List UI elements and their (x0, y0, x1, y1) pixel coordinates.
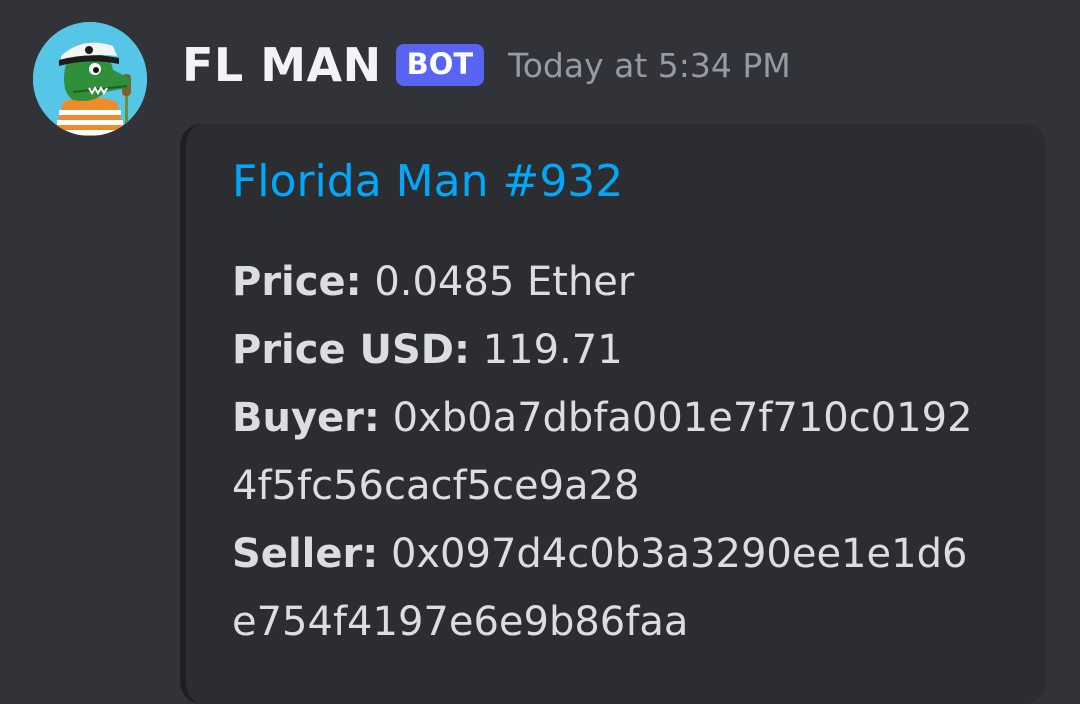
buyer-label: Buyer: (232, 395, 380, 441)
price-usd-field: Price USD: 119.71 (232, 316, 623, 384)
author-name[interactable]: FL MAN (182, 38, 382, 92)
buyer-address-line2: 4f5fc56cacf5ce9a28 (232, 463, 640, 509)
buyer-field: Buyer: 0xb0a7dbfa001e7f710c0192 (232, 384, 973, 452)
price-usd-value: 119.71 (482, 327, 623, 373)
price-usd-label: Price USD: (232, 327, 471, 373)
price-label: Price: (232, 259, 362, 305)
seller-field: Seller: 0x097d4c0b3a3290ee1e1d6 (232, 520, 967, 588)
price-value: 0.0485 Ether (374, 259, 635, 305)
embed-title-link[interactable]: Florida Man #932 (232, 156, 623, 207)
avatar[interactable] (33, 22, 147, 136)
alligator-captain-avatar-icon (33, 22, 147, 136)
seller-address-line2: e754f4197e6e9b86faa (232, 599, 689, 645)
chat-message: FL MAN BOT Today at 5:34 PM Florida Man … (0, 0, 1080, 704)
seller-label: Seller: (232, 531, 379, 577)
seller-address-continuation: e754f4197e6e9b86faa (232, 588, 688, 656)
sale-embed: Florida Man #932 Price: 0.0485 Ether Pri… (180, 124, 1046, 704)
bot-badge: BOT (395, 44, 485, 86)
buyer-address-line1: 0xb0a7dbfa001e7f710c0192 (392, 395, 973, 441)
message-timestamp: Today at 5:34 PM (508, 45, 791, 85)
seller-address-line1: 0x097d4c0b3a3290ee1e1d6 (390, 531, 968, 577)
price-field: Price: 0.0485 Ether (232, 248, 634, 316)
buyer-address-continuation: 4f5fc56cacf5ce9a28 (232, 452, 639, 520)
message-header: FL MAN BOT Today at 5:34 PM (182, 30, 791, 100)
